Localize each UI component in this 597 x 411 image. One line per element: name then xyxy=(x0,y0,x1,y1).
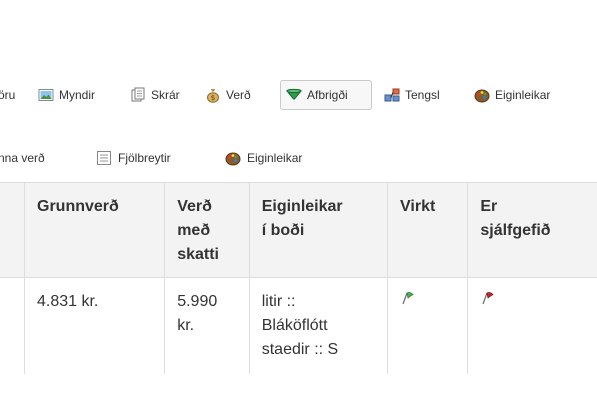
tab-attributes[interactable]: Eiginleikar xyxy=(474,80,550,110)
funnel-icon xyxy=(285,87,303,103)
product-tab-bar: öru Myndir Skrár $ Verð Afbrigði Tengsl xyxy=(0,75,597,115)
palette-icon xyxy=(225,150,241,166)
money-bag-icon: $ xyxy=(205,87,221,103)
column-header-partial xyxy=(0,182,25,278)
table-header-row: Grunnverð Verð með skatti Eiginleikar í … xyxy=(0,182,597,278)
cell-price-with-tax: 5.990 kr. xyxy=(164,277,250,374)
sub-tab-attributes[interactable]: Eiginleikar xyxy=(225,149,302,167)
variant-sub-toolbar: nna verð Fjölbreytir Eiginleikar xyxy=(0,145,597,171)
tab-partial-left[interactable]: öru xyxy=(0,80,15,110)
svg-text:$: $ xyxy=(211,94,215,102)
tab-label: Eiginleikar xyxy=(495,88,551,102)
list-icon xyxy=(96,150,112,166)
cell-partial xyxy=(0,278,25,375)
header-line: Virkt xyxy=(400,198,436,215)
cell-line: litir :: xyxy=(261,293,296,310)
tab-variants[interactable]: Afbrigði xyxy=(280,80,372,110)
tab-images[interactable]: Myndir xyxy=(38,80,95,110)
palette-icon xyxy=(474,87,490,103)
table-row: 4.831 kr. 5.990 kr. litir :: Bláköflótt … xyxy=(0,277,597,375)
header-line: með xyxy=(177,222,211,239)
red-flag-icon[interactable] xyxy=(480,290,496,306)
image-icon xyxy=(38,87,54,103)
header-line: skatti xyxy=(177,246,219,263)
cell-default xyxy=(467,277,597,374)
header-line: Eiginleikar xyxy=(261,198,343,215)
column-header-active[interactable]: Virkt xyxy=(387,182,468,278)
column-header-available-attributes[interactable]: Eiginleikar í boði xyxy=(248,182,388,278)
column-header-default[interactable]: Er sjálfgefið xyxy=(467,182,597,278)
files-icon xyxy=(130,87,146,103)
header-line: í boði xyxy=(261,222,305,239)
tab-price[interactable]: $ Verð xyxy=(205,80,251,110)
cell-line: Bláköflótt xyxy=(261,317,328,334)
cell-base-price: 4.831 kr. xyxy=(23,277,165,374)
sub-tab-label: Fjölbreytir xyxy=(118,151,171,165)
tab-label: Afbrigði xyxy=(307,88,348,102)
header-line: Grunnverð xyxy=(37,198,119,215)
green-flag-icon[interactable] xyxy=(400,290,416,306)
tab-label: Verð xyxy=(226,88,251,102)
tab-files[interactable]: Skrár xyxy=(130,80,180,110)
sub-tab-label: nna verð xyxy=(0,151,45,165)
header-line: Verð xyxy=(177,198,212,215)
tab-label: öru xyxy=(0,88,16,102)
sub-tab-multi-variants[interactable]: Fjölbreytir xyxy=(96,149,171,167)
column-header-price-with-tax[interactable]: Verð með skatti xyxy=(164,182,250,278)
header-line: Er xyxy=(480,198,498,215)
column-header-base-price[interactable]: Grunnverð xyxy=(23,182,165,278)
variants-table: Grunnverð Verð með skatti Eiginleikar í … xyxy=(0,182,597,374)
tab-relations[interactable]: Tengsl xyxy=(384,80,440,110)
cell-active xyxy=(387,277,468,374)
tab-label: Myndir xyxy=(59,88,96,102)
cell-attributes: litir :: Bláköflótt staedir :: S xyxy=(248,277,388,374)
cell-line: kr. xyxy=(177,317,195,334)
cell-line: 5.990 xyxy=(177,293,218,310)
header-line: sjálfgefið xyxy=(480,222,551,239)
sub-tab-partial-left[interactable]: nna verð xyxy=(0,149,45,167)
tab-label: Skrár xyxy=(151,88,180,102)
sub-tab-label: Eiginleikar xyxy=(247,151,303,165)
cell-line: staedir :: S xyxy=(261,341,339,358)
tab-label: Tengsl xyxy=(405,88,440,102)
links-icon xyxy=(384,87,400,103)
